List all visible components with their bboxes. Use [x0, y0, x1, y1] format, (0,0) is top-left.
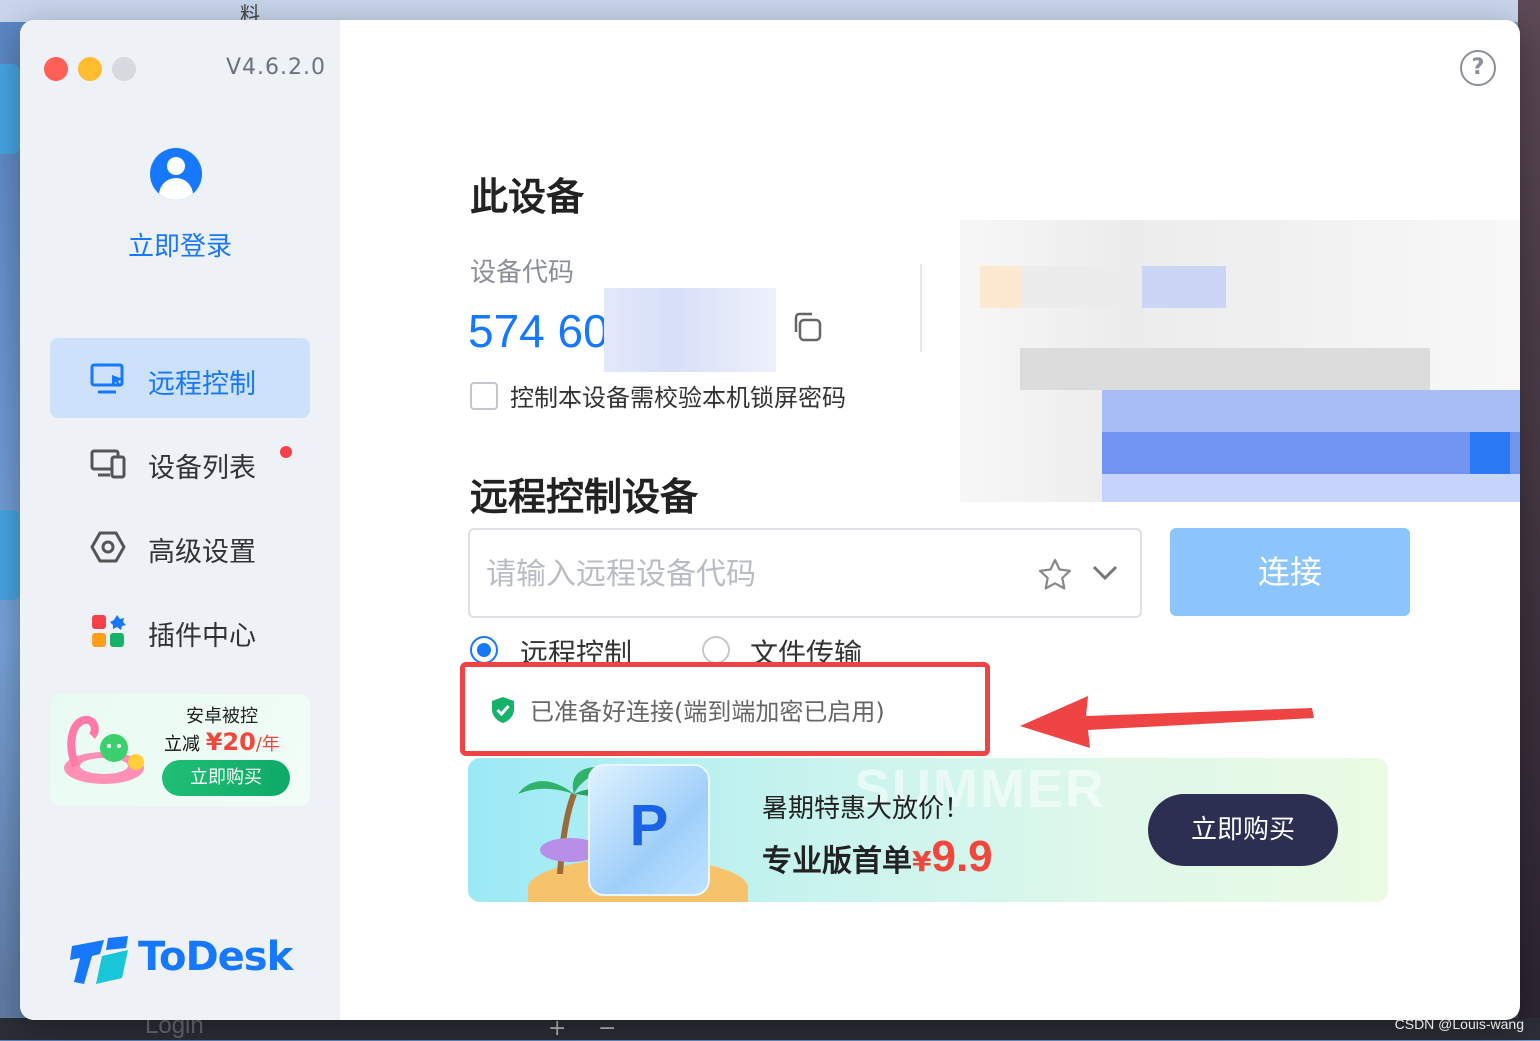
- mode-radio-remote-control[interactable]: [470, 636, 498, 664]
- minimize-window-button[interactable]: [78, 57, 102, 81]
- connection-status-text: 已准备好连接(端到端加密已启用): [530, 698, 885, 726]
- flamingo-float-icon: [64, 715, 144, 784]
- banner-buy-button[interactable]: 立即购买: [1148, 794, 1338, 866]
- promo-discount-prefix: 立减: [164, 734, 200, 755]
- desktop-folder-icon[interactable]: [0, 510, 20, 600]
- desktop-bottom-window: Login + −: [0, 1012, 1540, 1041]
- plugin-icon: [92, 615, 126, 647]
- promo-buy-button[interactable]: 立即购买: [162, 760, 290, 796]
- login-link[interactable]: 立即登录: [20, 226, 340, 263]
- verify-lock-password-checkbox[interactable]: [470, 382, 498, 410]
- desktop-folder-icon[interactable]: [0, 64, 20, 154]
- star-icon[interactable]: [1038, 558, 1072, 590]
- main-panel: ? 此设备 设备代码 574 60 控制本设备需校验本机锁屏密码 远程控制设备 …: [340, 20, 1520, 1020]
- chevron-down-icon[interactable]: [1090, 562, 1120, 584]
- promo-discount: 立减 ¥20/年: [164, 728, 280, 756]
- version-label: V4.6.2.0: [226, 55, 327, 80]
- desktop-top-bar: 料: [0, 0, 1540, 26]
- sidebar-item-label: 远程控制: [148, 369, 256, 400]
- copy-icon[interactable]: [790, 310, 824, 344]
- notification-badge: [280, 446, 292, 458]
- help-icon[interactable]: ?: [1460, 50, 1496, 86]
- banner-yen: ¥: [912, 845, 932, 878]
- sidebar-item-label: 高级设置: [148, 537, 256, 568]
- watermark-text: CSDN @Louis-wang: [1394, 1016, 1524, 1032]
- connect-button[interactable]: 连接: [1170, 528, 1410, 616]
- avatar-icon[interactable]: [150, 148, 202, 200]
- sidebar-item-label: 插件中心: [148, 621, 256, 652]
- todesk-window: V4.6.2.0 立即登录 远程控制 设备列表 高级设置 插件中心 安卓被控 立…: [20, 20, 1520, 1020]
- sidebar-item-plugin-center[interactable]: 插件中心: [50, 590, 310, 670]
- device-code-label: 设备代码: [470, 258, 575, 288]
- remote-control-icon: [90, 363, 124, 394]
- device-code-value: 574 60: [468, 305, 609, 357]
- sidebar: V4.6.2.0 立即登录 远程控制 设备列表 高级设置 插件中心 安卓被控 立…: [20, 20, 340, 1020]
- section-title-remote-device: 远程控制设备: [470, 475, 699, 519]
- promo-unit: /年: [255, 734, 280, 755]
- cube-letter: P: [629, 793, 669, 858]
- verify-lock-password-label[interactable]: 控制本设备需校验本机锁屏密码: [510, 378, 846, 413]
- remote-code-field[interactable]: [468, 528, 1142, 618]
- promo-title: 安卓被控: [186, 706, 258, 727]
- sidebar-item-device-list[interactable]: 设备列表: [50, 422, 310, 502]
- summer-promo-banner[interactable]: P SUMMER 暑期特惠大放价！ 专业版首单¥9.9 立即购买: [468, 758, 1388, 902]
- remote-code-input[interactable]: [484, 548, 1028, 600]
- section-title-this-device: 此设备: [470, 175, 585, 219]
- redacted-password-blur: [960, 220, 1520, 502]
- device-list-icon: [90, 449, 126, 479]
- close-window-button[interactable]: [44, 57, 68, 81]
- shield-check-icon: [492, 697, 514, 723]
- desktop-wallpaper-edge: [1518, 0, 1540, 1040]
- android-promo-card[interactable]: 安卓被控 立减 ¥20/年 立即购买: [50, 694, 310, 806]
- zoom-window-button[interactable]: [112, 57, 136, 81]
- todesk-logo-icon: [70, 936, 128, 984]
- sidebar-item-remote-control[interactable]: 远程控制: [50, 338, 310, 418]
- brand-name: ToDesk: [138, 934, 293, 980]
- redacted-code-blur: [604, 288, 776, 372]
- sidebar-item-label: 设备列表: [148, 453, 256, 484]
- banner-offer-prefix: 专业版首单: [762, 844, 912, 879]
- settings-icon: [90, 531, 126, 563]
- banner-price: 9.9: [931, 832, 993, 881]
- promo-price: ¥20: [205, 728, 256, 756]
- ice-cube-logo: P: [588, 764, 710, 896]
- sidebar-item-advanced-settings[interactable]: 高级设置: [50, 506, 310, 586]
- divider: [920, 264, 922, 352]
- annotation-arrow-icon: [1020, 696, 1314, 748]
- banner-offer: 专业版首单¥9.9: [762, 832, 993, 882]
- banner-headline: 暑期特惠大放价！: [762, 794, 971, 824]
- mode-radio-file-transfer[interactable]: [702, 636, 730, 664]
